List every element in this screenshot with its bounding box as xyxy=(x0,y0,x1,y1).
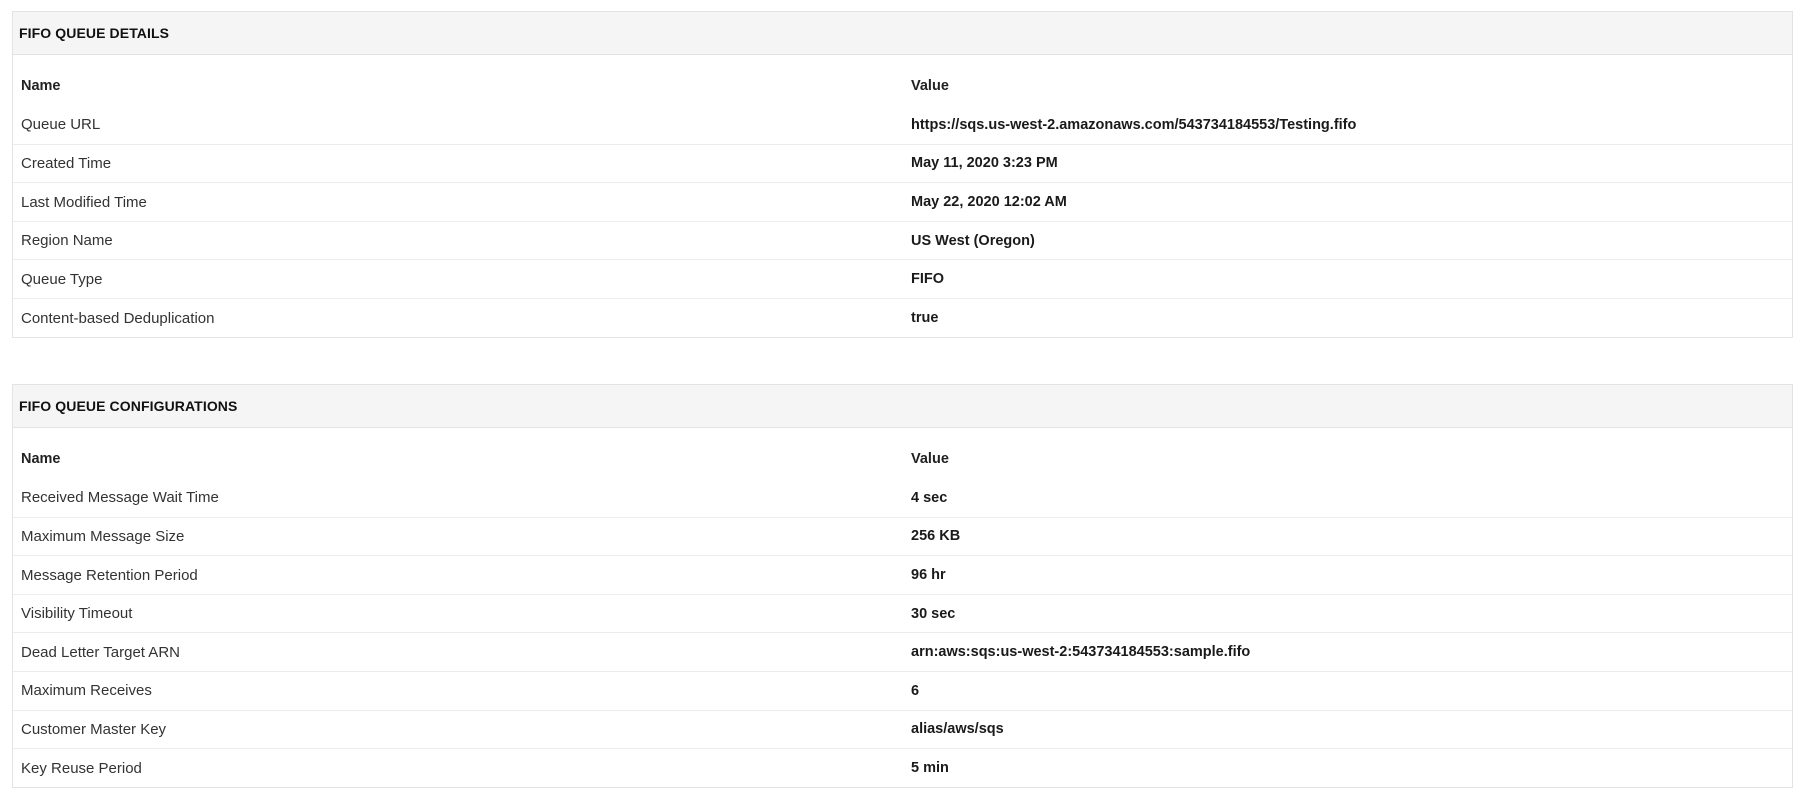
row-name-queue-url: Queue URL xyxy=(21,116,101,134)
table-row: Message Retention Period 96 hr xyxy=(13,556,1792,595)
row-value-message-retention-period: 96 hr xyxy=(911,567,946,584)
queue-configurations-table: Name Value Received Message Wait Time 4 … xyxy=(13,440,1792,787)
table-row: Queue URL https://sqs.us-west-2.amazonaw… xyxy=(13,106,1792,145)
row-value-maximum-message-size: 256 KB xyxy=(911,528,961,545)
row-value-region-name: US West (Oregon) xyxy=(911,232,1035,249)
column-header-name: Name xyxy=(21,78,61,95)
table-row: Customer Master Key alias/aws/sqs xyxy=(13,710,1792,749)
row-value-received-message-wait-time: 4 sec xyxy=(911,489,948,506)
table-row: Last Modified Time May 22, 2020 12:02 AM xyxy=(13,183,1792,222)
table-row: Maximum Receives 6 xyxy=(13,672,1792,711)
row-value-key-reuse-period: 5 min xyxy=(911,760,949,777)
row-name-maximum-message-size: Maximum Message Size xyxy=(21,527,185,545)
row-name-customer-master-key: Customer Master Key xyxy=(21,720,167,738)
row-value-dead-letter-target-arn: arn:aws:sqs:us-west-2:543734184553:sampl… xyxy=(911,644,1251,661)
queue-configurations-body: Name Value Received Message Wait Time 4 … xyxy=(13,428,1792,787)
row-name-created-time: Created Time xyxy=(21,154,112,172)
table-row: Content-based Deduplication true xyxy=(13,299,1792,338)
queue-details-table: Name Value Queue URL https://sqs.us-west… xyxy=(13,67,1792,337)
row-value-content-based-deduplication: true xyxy=(911,310,939,327)
row-name-visibility-timeout: Visibility Timeout xyxy=(21,605,133,623)
table-row: Visibility Timeout 30 sec xyxy=(13,594,1792,633)
table-row: Queue Type FIFO xyxy=(13,260,1792,299)
table-row: Dead Letter Target ARN arn:aws:sqs:us-we… xyxy=(13,633,1792,672)
queue-details-body: Name Value Queue URL https://sqs.us-west… xyxy=(13,55,1792,337)
row-name-message-retention-period: Message Retention Period xyxy=(21,566,198,584)
queue-details-panel: FIFO QUEUE DETAILS Name Value Queue URL … xyxy=(12,11,1793,339)
row-name-maximum-receives: Maximum Receives xyxy=(21,682,152,700)
table-row: Key Reuse Period 5 min xyxy=(13,749,1792,788)
row-name-content-based-deduplication: Content-based Deduplication xyxy=(21,309,215,327)
queue-configurations-panel: FIFO QUEUE CONFIGURATIONS Name Value Rec… xyxy=(12,384,1793,789)
row-name-received-message-wait-time: Received Message Wait Time xyxy=(21,489,219,507)
row-name-queue-type: Queue Type xyxy=(21,270,103,288)
row-value-maximum-receives: 6 xyxy=(911,682,920,699)
table-header-row: Name Value xyxy=(13,440,1792,479)
row-value-customer-master-key: alias/aws/sqs xyxy=(911,721,1004,738)
table-row: Created Time May 11, 2020 3:23 PM xyxy=(13,144,1792,183)
queue-configurations-title: FIFO QUEUE CONFIGURATIONS xyxy=(13,385,1792,428)
queue-details-title: FIFO QUEUE DETAILS xyxy=(13,12,1792,55)
row-value-created-time: May 11, 2020 3:23 PM xyxy=(911,155,1058,172)
column-header-value: Value xyxy=(911,451,949,468)
row-value-last-modified-time: May 22, 2020 12:02 AM xyxy=(911,194,1067,211)
row-value-queue-url: https://sqs.us-west-2.amazonaws.com/5437… xyxy=(911,116,1357,133)
row-name-last-modified-time: Last Modified Time xyxy=(21,193,147,211)
row-value-queue-type: FIFO xyxy=(911,271,945,288)
table-header-row: Name Value xyxy=(13,67,1792,106)
row-name-key-reuse-period: Key Reuse Period xyxy=(21,759,142,777)
table-row: Region Name US West (Oregon) xyxy=(13,221,1792,260)
row-value-visibility-timeout: 30 sec xyxy=(911,605,956,622)
table-row: Received Message Wait Time 4 sec xyxy=(13,479,1792,518)
row-name-region-name: Region Name xyxy=(21,232,113,250)
column-header-value: Value xyxy=(911,78,949,95)
row-name-dead-letter-target-arn: Dead Letter Target ARN xyxy=(21,643,180,661)
table-row: Maximum Message Size 256 KB xyxy=(13,517,1792,556)
column-header-name: Name xyxy=(21,451,61,468)
